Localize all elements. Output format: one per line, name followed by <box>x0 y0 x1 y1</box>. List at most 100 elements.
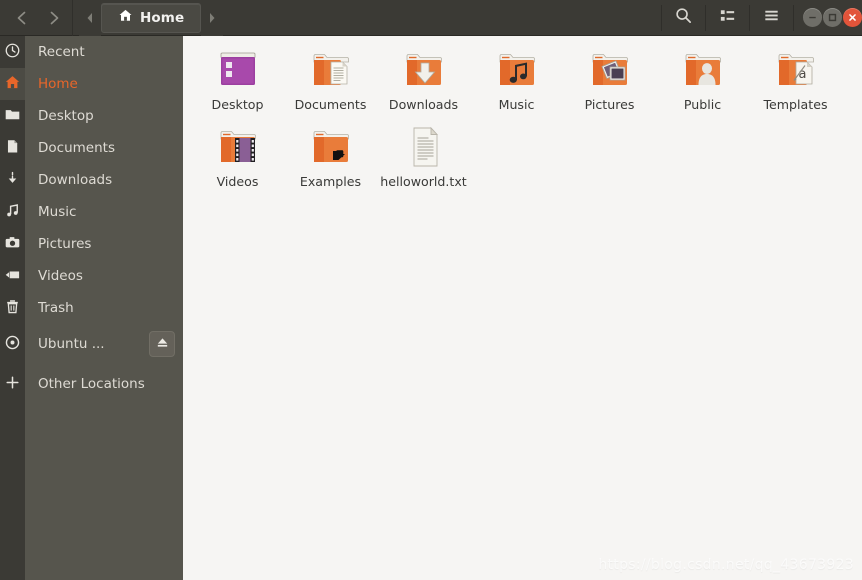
file-item-templates[interactable]: a Templates <box>749 42 842 119</box>
sidebar-icon-downloads[interactable] <box>0 164 25 196</box>
trash-icon <box>4 298 21 319</box>
file-item-label: Examples <box>299 174 362 189</box>
tab-scroll-left-button[interactable] <box>79 0 101 36</box>
sidebar-icon-recent[interactable] <box>0 36 25 68</box>
plus-icon <box>4 374 21 395</box>
sidebar-icon-pictures[interactable] <box>0 228 25 260</box>
icon-grid: Desktop Documents Downloads Music Pictur… <box>191 42 862 196</box>
file-item-public[interactable]: Public <box>656 42 749 119</box>
header-bar: Home <box>0 0 862 36</box>
tab-scroll-right-button[interactable] <box>201 0 224 36</box>
folder-pictures-icon <box>584 46 636 94</box>
navigation-buttons <box>0 0 70 36</box>
sidebar-item-pictures[interactable]: Pictures <box>25 228 183 260</box>
sidebar-icon-documents[interactable] <box>0 132 25 164</box>
sidebar-icon-strip <box>0 36 25 580</box>
file-item-label: helloworld.txt <box>380 174 467 189</box>
forward-button[interactable] <box>38 3 70 33</box>
sidebar-icon-music[interactable] <box>0 196 25 228</box>
home-icon <box>4 74 21 95</box>
back-button[interactable] <box>6 3 38 33</box>
disc-icon <box>4 334 21 355</box>
sidebar-item-label: Other Locations <box>38 376 145 392</box>
file-item-documents[interactable]: Documents <box>284 42 377 119</box>
tab-label: Home <box>140 9 185 26</box>
sidebar: Recent Home Desktop Documents Downloads … <box>25 36 183 580</box>
sidebar-icon-home[interactable] <box>0 68 25 100</box>
file-item-label: Downloads <box>388 97 459 112</box>
search-button[interactable] <box>665 3 701 33</box>
sidebar-item-home[interactable]: Home <box>25 68 183 100</box>
folder-icon <box>4 106 21 127</box>
file-item-label: Desktop <box>211 97 264 112</box>
file-list-area[interactable]: Desktop Documents Downloads Music Pictur… <box>183 36 862 580</box>
document-icon <box>4 138 21 159</box>
file-item-downloads[interactable]: Downloads <box>377 42 470 119</box>
sidebar-icon-other-locations[interactable] <box>0 368 25 400</box>
file-item-examples[interactable]: Examples <box>284 119 377 196</box>
sidebar-item-label: Ubuntu ... <box>38 336 105 352</box>
file-manager-window: Home Recent Home Desktop Documents Downl… <box>0 0 862 580</box>
file-item-videos[interactable]: Videos <box>191 119 284 196</box>
tab-home[interactable]: Home <box>101 2 202 33</box>
sidebar-item-documents[interactable]: Documents <box>25 132 183 164</box>
folder-videos-icon <box>212 123 264 171</box>
close-icon <box>847 8 858 27</box>
file-item-helloworld-txt[interactable]: helloworld.txt <box>377 119 470 196</box>
eject-icon <box>155 335 170 354</box>
list-view-icon <box>718 6 737 29</box>
sidebar-item-label: Videos <box>38 268 83 284</box>
file-item-desktop[interactable]: Desktop <box>191 42 284 119</box>
music-note-icon <box>4 202 21 223</box>
file-item-pictures[interactable]: Pictures <box>563 42 656 119</box>
sidebar-item-desktop[interactable]: Desktop <box>25 100 183 132</box>
minimize-button[interactable] <box>803 8 822 27</box>
home-icon <box>118 8 133 27</box>
toolbar-divider-3 <box>749 4 750 31</box>
sidebar-item-label: Music <box>38 204 77 220</box>
hamburger-menu-icon <box>762 6 781 29</box>
folder-downloads-icon <box>398 46 450 94</box>
toolbar-divider-1 <box>661 4 662 31</box>
file-item-label: Videos <box>216 174 259 189</box>
folder-music-icon <box>491 46 543 94</box>
sidebar-icon-desktop[interactable] <box>0 100 25 132</box>
sidebar-item-downloads[interactable]: Downloads <box>25 164 183 196</box>
sidebar-item-label: Desktop <box>38 108 94 124</box>
view-toggle-button[interactable] <box>709 3 745 33</box>
sidebar-icon-ubuntu-volume[interactable] <box>0 328 25 360</box>
folder-templates-icon: a <box>770 46 822 94</box>
maximize-button[interactable] <box>823 8 842 27</box>
search-icon <box>674 6 693 29</box>
file-item-label: Music <box>498 97 535 112</box>
sidebar-item-music[interactable]: Music <box>25 196 183 228</box>
sidebar-item-label: Documents <box>38 140 115 156</box>
folder-documents-icon <box>305 46 357 94</box>
eject-button[interactable] <box>149 331 175 357</box>
file-item-label: Public <box>683 97 722 112</box>
sidebar-icon-videos[interactable] <box>0 260 25 292</box>
folder-desktop-icon <box>212 46 264 94</box>
camera-icon <box>4 234 21 255</box>
sidebar-item-label: Recent <box>38 44 85 60</box>
close-button[interactable] <box>843 8 862 27</box>
folder-symlink-icon <box>305 123 357 171</box>
sidebar-item-ubuntu-volume[interactable]: Ubuntu ... <box>25 328 183 360</box>
file-item-label: Pictures <box>584 97 635 112</box>
sidebar-item-trash[interactable]: Trash <box>25 292 183 324</box>
file-item-music[interactable]: Music <box>470 42 563 119</box>
tab-strip: Home <box>79 0 224 36</box>
download-icon <box>4 170 21 191</box>
sidebar-item-recent[interactable]: Recent <box>25 36 183 68</box>
watermark-text: https://blog.csdn.net/qq_43673923 <box>598 557 854 573</box>
file-item-label: Documents <box>294 97 367 112</box>
menu-button[interactable] <box>753 3 789 33</box>
sidebar-icon-trash[interactable] <box>0 292 25 324</box>
minimize-icon <box>807 8 818 27</box>
file-item-label: Templates <box>763 97 828 112</box>
sidebar-item-label: Pictures <box>38 236 92 252</box>
video-icon <box>4 266 21 287</box>
window-controls <box>803 8 862 27</box>
sidebar-item-videos[interactable]: Videos <box>25 260 183 292</box>
sidebar-item-other-locations[interactable]: Other Locations <box>25 368 183 400</box>
